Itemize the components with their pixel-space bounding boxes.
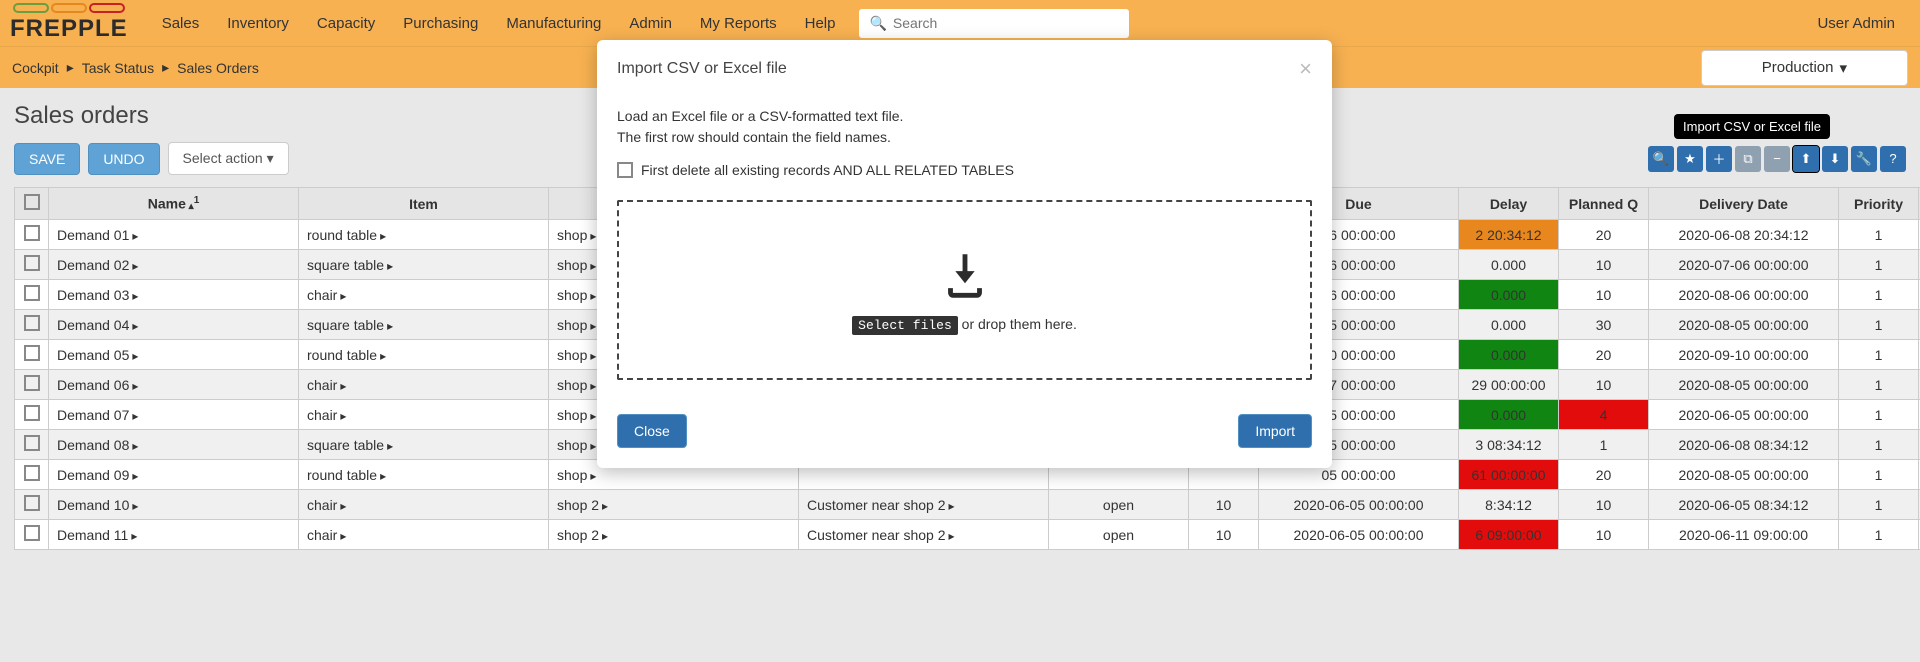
modal-message: Load an Excel file or a CSV-formatted te…: [617, 106, 1312, 148]
delete-first-label: First delete all existing records AND AL…: [641, 162, 1014, 178]
checkbox-icon[interactable]: [617, 162, 633, 178]
download-into-tray-icon: [936, 247, 994, 308]
delete-first-option[interactable]: First delete all existing records AND AL…: [617, 162, 1312, 178]
modal-title: Import CSV or Excel file: [617, 60, 787, 78]
close-icon: ×: [1299, 56, 1312, 81]
file-dropzone[interactable]: Select files or drop them here.: [617, 200, 1312, 380]
modal-message-line1: Load an Excel file or a CSV-formatted te…: [617, 106, 1312, 127]
select-files-button[interactable]: Select files: [852, 316, 958, 335]
modal-header: Import CSV or Excel file ×: [597, 40, 1332, 98]
import-confirm-button[interactable]: Import: [1238, 414, 1312, 448]
modal-close-button[interactable]: ×: [1299, 56, 1312, 82]
close-button[interactable]: Close: [617, 414, 687, 448]
modal-footer: Close Import: [597, 398, 1332, 468]
modal-body: Load an Excel file or a CSV-formatted te…: [597, 98, 1332, 398]
modal-message-line2: The first row should contain the field n…: [617, 127, 1312, 148]
import-modal: Import CSV or Excel file × Load an Excel…: [597, 40, 1332, 468]
drop-here-label: or drop them here.: [962, 316, 1077, 332]
dropzone-text: Select files or drop them here.: [852, 316, 1077, 333]
